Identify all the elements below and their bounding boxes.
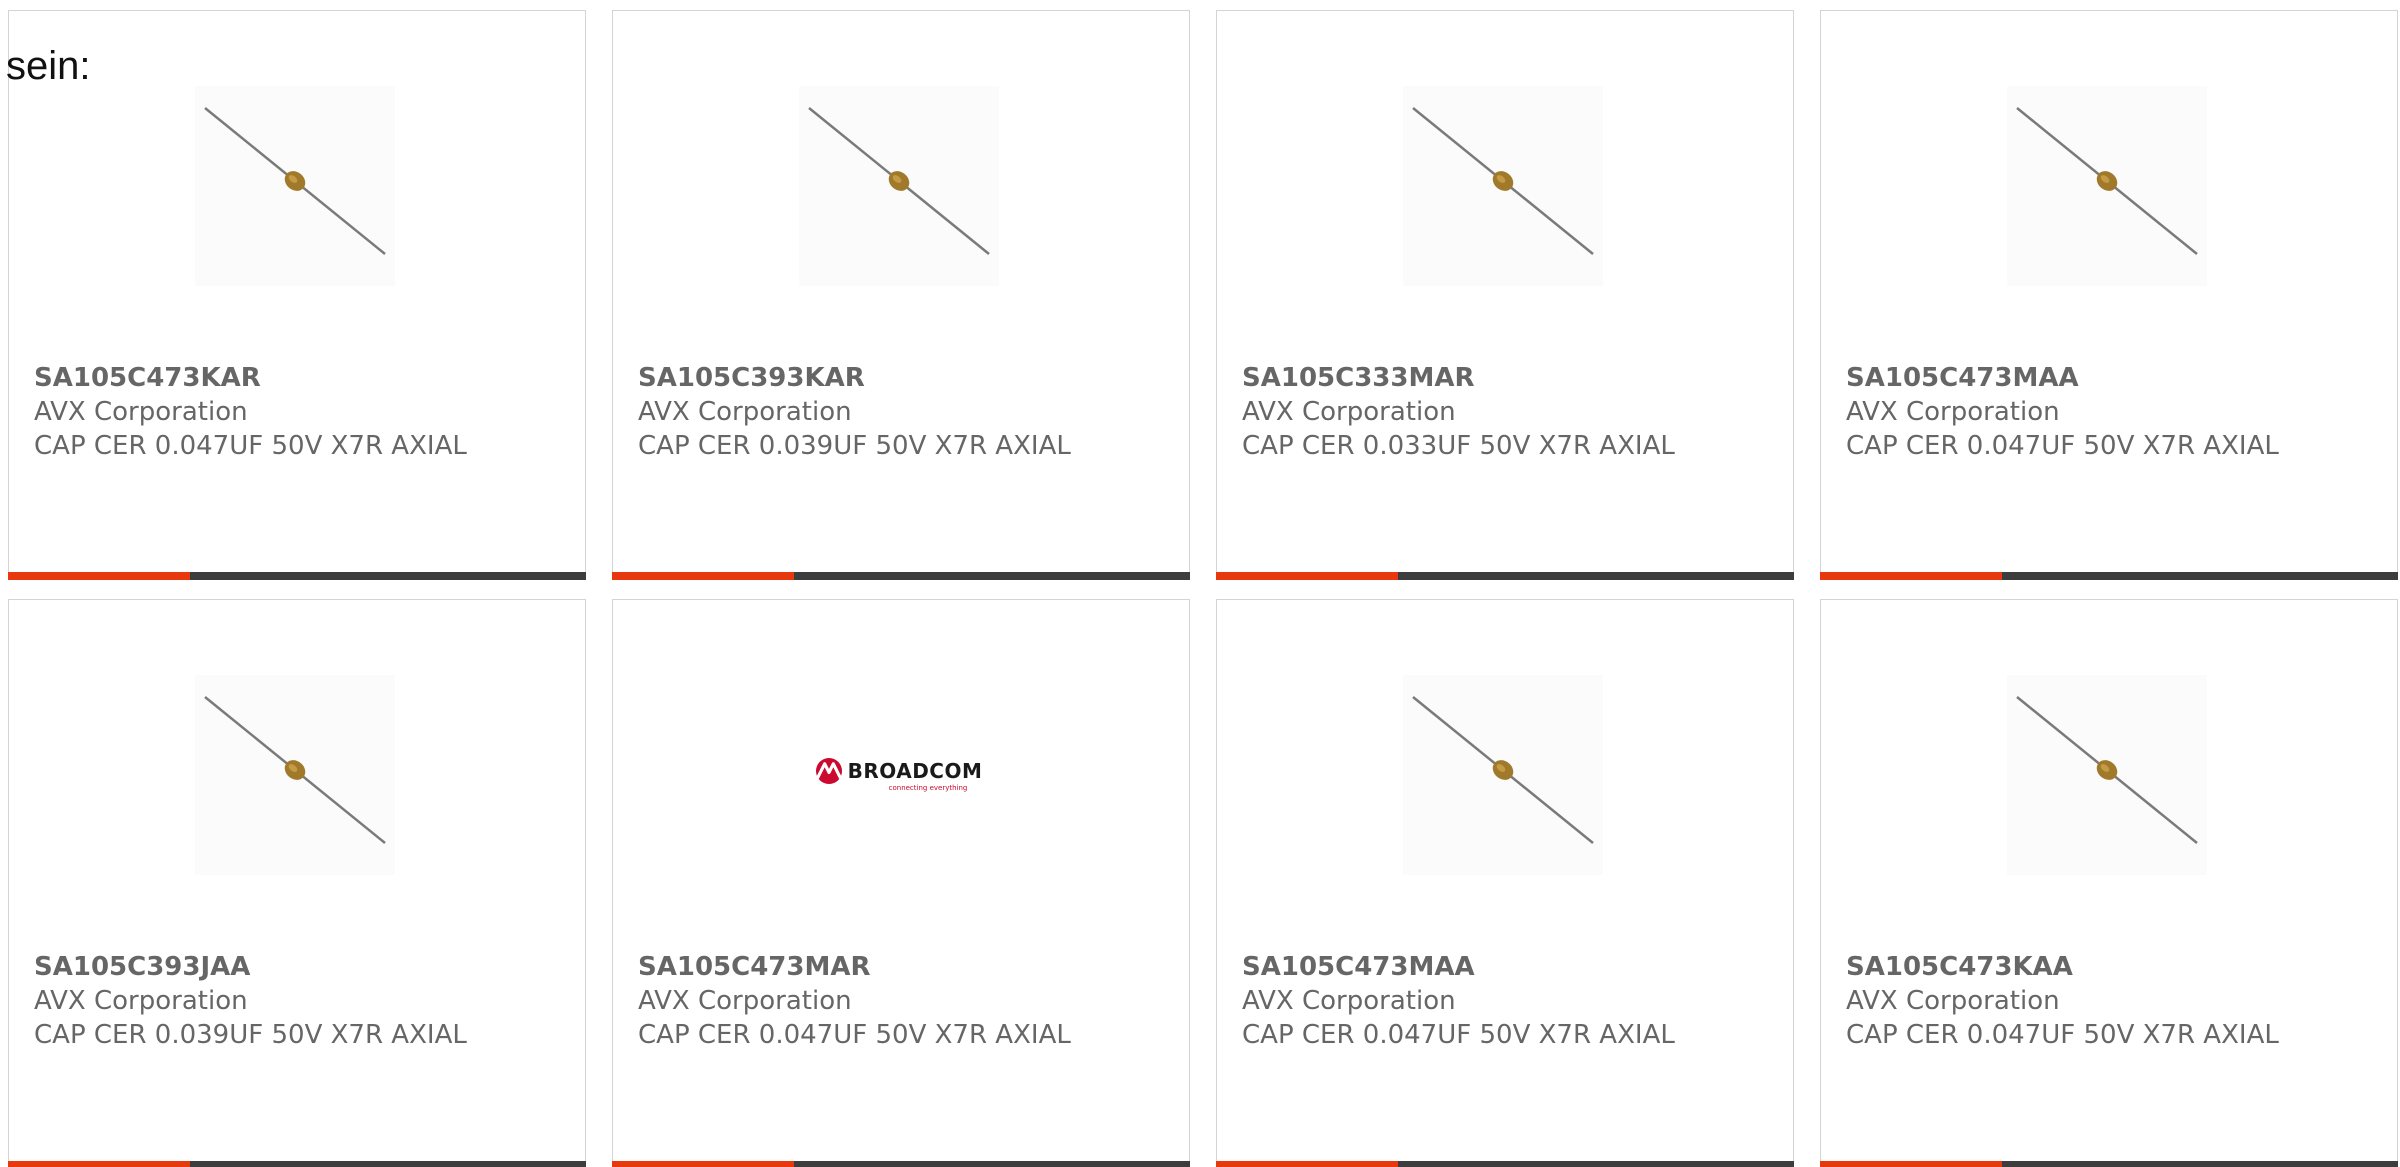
broadcom-logo: BROADCOM connecting everything <box>799 675 999 875</box>
part-number-link[interactable]: SA105C393KAR <box>638 361 1179 395</box>
axial-capacitor-icon <box>808 107 990 255</box>
product-image[interactable] <box>2007 86 2207 286</box>
manufacturer-label: AVX Corporation <box>34 986 248 1016</box>
manufacturer-label: AVX Corporation <box>34 397 248 427</box>
product-image[interactable] <box>195 675 395 875</box>
product-description: CAP CER 0.047UF 50V X7R AXIAL <box>1846 431 2279 461</box>
intro-text: sein: <box>6 44 91 88</box>
product-card[interactable]: SA105C473MAA AVX Corporation CAP CER 0.0… <box>1216 599 1794 1167</box>
product-description: CAP CER 0.047UF 50V X7R AXIAL <box>1242 1020 1675 1050</box>
axial-capacitor-icon <box>204 696 386 844</box>
product-image[interactable] <box>195 86 395 286</box>
product-description: CAP CER 0.033UF 50V X7R AXIAL <box>1242 431 1675 461</box>
part-number-link[interactable]: SA105C393JAA <box>34 950 575 984</box>
card-accent-bar <box>1216 1161 1398 1167</box>
card-accent-bar <box>1216 572 1398 580</box>
product-card[interactable]: SA105C473KAR AVX Corporation CAP CER 0.0… <box>8 10 586 580</box>
product-description: CAP CER 0.039UF 50V X7R AXIAL <box>638 431 1071 461</box>
product-description: CAP CER 0.047UF 50V X7R AXIAL <box>34 431 467 461</box>
product-description: CAP CER 0.047UF 50V X7R AXIAL <box>1846 1020 2279 1050</box>
card-accent-bar <box>612 1161 794 1167</box>
axial-capacitor-icon <box>2016 696 2198 844</box>
manufacturer-label: AVX Corporation <box>1846 986 2060 1016</box>
part-number-link[interactable]: SA105C473MAR <box>638 950 1179 984</box>
card-footer-bar <box>8 572 586 580</box>
card-footer-bar <box>1820 1161 2398 1167</box>
product-description: CAP CER 0.039UF 50V X7R AXIAL <box>34 1020 467 1050</box>
card-footer-bar <box>1820 572 2398 580</box>
axial-capacitor-icon <box>1412 107 1594 255</box>
card-footer-bar <box>1216 572 1794 580</box>
card-accent-bar <box>8 572 190 580</box>
card-footer-bar <box>8 1161 586 1167</box>
manufacturer-label: AVX Corporation <box>1846 397 2060 427</box>
product-description: CAP CER 0.047UF 50V X7R AXIAL <box>638 1020 1071 1050</box>
part-number-link[interactable]: SA105C473MAA <box>1242 950 1783 984</box>
product-image[interactable] <box>1403 86 1603 286</box>
manufacturer-label: AVX Corporation <box>1242 397 1456 427</box>
part-number-link[interactable]: SA105C473KAA <box>1846 950 2387 984</box>
card-footer-bar <box>612 572 1190 580</box>
manufacturer-label: AVX Corporation <box>1242 986 1456 1016</box>
product-image[interactable] <box>799 86 999 286</box>
part-number-link[interactable]: SA105C473KAR <box>34 361 575 395</box>
card-footer-bar <box>1216 1161 1794 1167</box>
axial-capacitor-icon <box>204 107 386 255</box>
product-card[interactable]: SA105C393KAR AVX Corporation CAP CER 0.0… <box>612 10 1190 580</box>
logo-wordmark: BROADCOM <box>847 759 983 783</box>
product-grid-page: sein: SA105C473KAR AVX Corporation CAP C… <box>0 0 2400 1167</box>
product-card[interactable]: BROADCOM connecting everything SA105C473… <box>612 599 1190 1167</box>
manufacturer-label: AVX Corporation <box>638 397 852 427</box>
card-accent-bar <box>8 1161 190 1167</box>
product-image[interactable] <box>1403 675 1603 875</box>
part-number-link[interactable]: SA105C333MAR <box>1242 361 1783 395</box>
axial-capacitor-icon <box>2016 107 2198 255</box>
manufacturer-label: AVX Corporation <box>638 986 852 1016</box>
axial-capacitor-icon <box>1412 696 1594 844</box>
broadcom-mark-icon <box>815 758 842 784</box>
card-accent-bar <box>1820 572 2002 580</box>
logo-tagline: connecting everything <box>888 784 968 792</box>
part-number-link[interactable]: SA105C473MAA <box>1846 361 2387 395</box>
product-card[interactable]: SA105C473MAA AVX Corporation CAP CER 0.0… <box>1820 10 2398 580</box>
product-card[interactable]: SA105C393JAA AVX Corporation CAP CER 0.0… <box>8 599 586 1167</box>
product-image[interactable] <box>2007 675 2207 875</box>
product-image[interactable]: BROADCOM connecting everything <box>799 675 999 875</box>
card-accent-bar <box>612 572 794 580</box>
card-footer-bar <box>612 1161 1190 1167</box>
product-card[interactable]: SA105C333MAR AVX Corporation CAP CER 0.0… <box>1216 10 1794 580</box>
card-accent-bar <box>1820 1161 2002 1167</box>
product-card[interactable]: SA105C473KAA AVX Corporation CAP CER 0.0… <box>1820 599 2398 1167</box>
